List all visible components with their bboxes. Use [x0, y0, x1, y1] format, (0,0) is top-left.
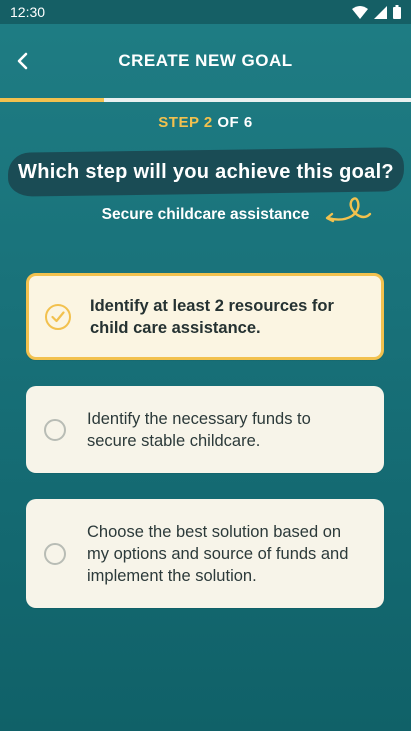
page-title: CREATE NEW GOAL: [118, 51, 293, 70]
option-card-3[interactable]: Choose the best solution based on my opt…: [26, 499, 384, 608]
option-label: Identify the necessary funds to secure s…: [87, 409, 311, 450]
app-header: CREATE NEW GOAL: [0, 24, 411, 98]
option-radio[interactable]: [44, 418, 66, 441]
option-label: Choose the best solution based on my opt…: [87, 522, 349, 585]
checkmark-icon: [51, 310, 65, 322]
progress-fill: [0, 98, 104, 102]
curl-arrow-icon: [325, 197, 372, 223]
status-bar: 12:30: [0, 0, 411, 24]
option-card-1[interactable]: Identify at least 2 resources for child …: [26, 273, 384, 360]
question-banner: Which step will you achieve this goal?: [7, 147, 405, 197]
progress-bar: [0, 98, 411, 102]
status-icons: [352, 5, 401, 19]
option-card-2[interactable]: Identify the necessary funds to secure s…: [26, 386, 384, 473]
battery-icon: [393, 5, 401, 19]
question-text: Which step will you achieve this goal?: [18, 160, 394, 183]
option-selected-check: [45, 303, 71, 330]
step-prefix: STEP: [158, 114, 204, 131]
step-current: 2: [203, 114, 213, 131]
step-total: OF 6: [212, 114, 253, 131]
option-label: Identify at least 2 resources for child …: [90, 296, 334, 337]
back-arrow-icon: [17, 52, 28, 70]
signal-icon: [374, 5, 387, 19]
status-time: 12:30: [10, 4, 46, 20]
wifi-icon: [352, 5, 368, 19]
step-indicator: STEP 2 OF 6: [0, 114, 411, 131]
back-button[interactable]: [8, 47, 36, 75]
option-radio[interactable]: [44, 542, 66, 565]
